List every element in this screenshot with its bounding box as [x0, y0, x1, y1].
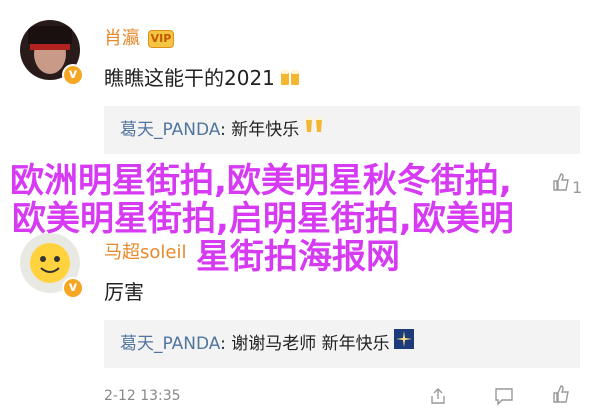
- comment-icon[interactable]: [494, 386, 514, 410]
- overlay-line: 欧洲明星街拍,欧美明星秋冬街拍,: [10, 161, 512, 201]
- overlay-headline: 欧洲明星街拍,欧美明星秋冬街拍, 欧美明星街拍,启明星街拍,欧美明 星街拍海报网: [0, 162, 600, 276]
- sparkle-icon: [393, 320, 414, 368]
- overlay-line: 欧美明星街拍,启明星街拍,欧美明: [12, 199, 514, 239]
- vip-icon: VIP: [148, 30, 174, 48]
- verified-badge-icon: v: [62, 64, 84, 86]
- reply-separator: :: [220, 120, 232, 140]
- comment-username[interactable]: 肖瀛 VIP: [104, 24, 174, 50]
- share-icon[interactable]: [428, 386, 448, 410]
- comment-text: 瞧瞧这能干的2021: [104, 66, 275, 90]
- like-icon[interactable]: [552, 384, 570, 408]
- verified-badge-icon: v: [62, 277, 84, 299]
- reply-box[interactable]: 葛天_PANDA: 谢谢马老师 新年快乐: [104, 320, 580, 368]
- comment-content: 厉害: [104, 276, 144, 305]
- timestamp: 2-12 13:35: [104, 388, 181, 404]
- reply-separator: :: [220, 334, 232, 354]
- reply-text: 谢谢马老师 新年快乐: [231, 334, 390, 354]
- reply-text: 新年快乐: [231, 120, 300, 140]
- reply-username[interactable]: 葛天_PANDA: [120, 120, 220, 140]
- beer-icon: [279, 67, 301, 92]
- comment-text: 厉害: [104, 280, 144, 304]
- cheers-icon: [303, 106, 325, 154]
- comment-content: 瞧瞧这能干的2021: [104, 62, 301, 92]
- reply-username[interactable]: 葛天_PANDA: [120, 334, 220, 354]
- reply-box[interactable]: 葛天_PANDA: 新年快乐: [104, 106, 580, 154]
- overlay-line: 星街拍海报网: [196, 237, 400, 277]
- username-text[interactable]: 肖瀛: [104, 28, 140, 49]
